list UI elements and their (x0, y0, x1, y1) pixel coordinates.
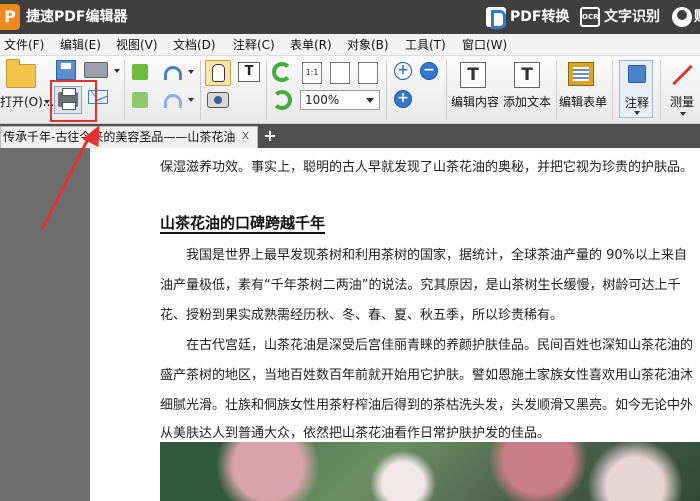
scanner-icon[interactable] (84, 62, 108, 78)
rotate-counterclockwise-icon[interactable] (272, 90, 292, 110)
edit-form-button[interactable]: 编辑表单 (559, 93, 607, 110)
annotate-label: 注释 (625, 96, 650, 110)
new-tab-button[interactable]: + (262, 128, 278, 144)
document-text-line: 保湿滋养功效。事实上，聪明的古人早就发现了山茶花油的奥秘，并把它视为珍贵的护肤品… (160, 160, 694, 175)
edit-form-icon[interactable] (568, 62, 594, 86)
annotate-button[interactable]: 注释 (619, 60, 653, 118)
toolbar-separator (660, 60, 661, 120)
document-text-line: 花、授粉到果实成熟需经历秋、冬、春、夏、秋五季，所以珍贵稀有。 (160, 308, 564, 323)
toolbar-separator (446, 60, 447, 120)
print-highlight-box (50, 80, 97, 122)
document-viewport[interactable]: 保湿滋养功效。事实上，聪明的古人早就发现了山茶花油的奥秘，并把它视为珍贵的护肤品… (0, 148, 700, 501)
title-bar: P 捷速PDF编辑器 PDF转换 OCR 文字识别 账 (0, 0, 700, 34)
app-title: 捷速PDF编辑器 (26, 9, 128, 25)
rotate-clockwise-icon[interactable] (272, 62, 292, 82)
save-icon[interactable] (56, 60, 76, 80)
document-text-line: 盛产茶树的地区，当地百姓数百年前就开始用它护肤。譬如恩施土家族女性喜欢用山茶花油… (160, 368, 694, 383)
app-logo-icon: P (0, 4, 20, 30)
fit-page-icon[interactable] (330, 62, 350, 84)
tab-document-label: 传承千年-古往今来的美容圣品——山茶花油 (3, 130, 236, 144)
fit-width-icon[interactable] (358, 62, 378, 84)
menu-form[interactable]: 表单(R) (290, 34, 332, 56)
toolbar: 打开(O)... T 1:1 100% + − + T 编辑内容 T 添加文本 … (0, 56, 700, 124)
edit-content-button[interactable]: 编辑内容 (451, 93, 499, 110)
prev-page-icon[interactable] (132, 64, 148, 80)
annotate-icon (628, 65, 646, 83)
pdf-convert-icon[interactable] (486, 7, 506, 29)
toolbar-separator (612, 60, 613, 120)
toolbar-separator (556, 60, 557, 120)
measure-icon[interactable] (672, 64, 692, 84)
actual-size-icon[interactable]: 1:1 (302, 62, 322, 84)
menu-tools[interactable]: 工具(T) (405, 34, 446, 56)
undo-icon[interactable] (164, 66, 182, 80)
document-text-line: 在古代宫廷，山茶花油是深受后宫佳丽青睐的养颜护肤佳品。民间百姓也深知山茶花油的 (186, 338, 694, 353)
menu-file[interactable]: 文件(F) (4, 34, 44, 56)
text-recognition-button[interactable]: 文字识别 (604, 0, 660, 34)
toolbar-separator (266, 60, 267, 120)
ocr-icon[interactable]: OCR (580, 7, 600, 27)
hand-tool-button[interactable] (205, 60, 231, 86)
tab-close-icon[interactable]: x (242, 128, 249, 142)
menu-comment[interactable]: 注释(C) (233, 34, 275, 56)
document-text-line: 我国是世界上最早发现茶树和利用茶树的国家，据统计，全球茶油产量的 90%以上来自 (186, 248, 688, 263)
hand-icon (212, 64, 225, 82)
document-text-line: 从美肤达人到普通大众，依然把山茶花油看作日常护肤护发的佳品。 (160, 426, 551, 441)
annotate-dropdown-arrow-icon (634, 111, 640, 115)
redo-icon[interactable] (164, 94, 182, 108)
menu-edit[interactable]: 编辑(E) (60, 34, 101, 56)
section-heading: 山茶花油的口碑跨越千年 (160, 214, 326, 234)
menu-object[interactable]: 对象(B) (347, 34, 389, 56)
camellia-photo (160, 442, 700, 501)
scanner-dropdown-arrow-icon[interactable] (114, 69, 120, 73)
select-text-icon[interactable]: T (238, 62, 260, 82)
menu-document[interactable]: 文档(D) (173, 34, 216, 56)
toolbar-separator (200, 60, 201, 120)
tab-document[interactable]: 传承千年-古往今来的美容圣品——山茶花油 (0, 126, 258, 148)
zoom-select[interactable]: 100% (300, 90, 380, 110)
measure-dropdown-arrow-icon[interactable] (680, 112, 686, 116)
menu-window[interactable]: 窗口(W) (462, 34, 507, 56)
zoom-in-icon[interactable]: + (394, 90, 412, 108)
pdf-convert-button[interactable]: PDF转换 (510, 0, 569, 34)
edit-content-icon[interactable]: T (460, 62, 486, 88)
document-text-line: 油产量极低，素有“千年茶树二两油”的说法。究其原因，是山茶树生长缓慢，树龄可达上… (160, 278, 681, 293)
zoom-tool-icon[interactable]: + (394, 62, 412, 80)
toolbar-separator (386, 60, 387, 120)
next-page-icon[interactable] (132, 92, 148, 108)
menu-view[interactable]: 视图(V) (116, 34, 158, 56)
account-label[interactable]: 账 (694, 0, 700, 34)
open-folder-icon[interactable] (6, 59, 36, 88)
menu-bar: 文件(F) 编辑(E) 视图(V) 文档(D) 注释(C) 表单(R) 对象(B… (0, 34, 700, 56)
document-text-line: 细腻光滑。壮族和侗族女性用茶籽榨油后得到的茶枯洗头发，头发顺滑又黑亮。如今无论中… (160, 398, 694, 413)
toolbar-separator (124, 60, 125, 120)
redo-dropdown-arrow-icon[interactable] (188, 98, 194, 102)
measure-button[interactable]: 测量 (670, 93, 694, 110)
document-page: 保湿滋养功效。事实上，聪明的古人早就发现了山茶花油的奥秘，并把它视为珍贵的护肤品… (90, 148, 700, 501)
user-icon[interactable] (672, 7, 692, 27)
undo-dropdown-arrow-icon[interactable] (188, 70, 194, 74)
zoom-out-icon[interactable]: − (420, 62, 438, 80)
add-text-button[interactable]: 添加文本 (503, 93, 551, 110)
add-text-icon[interactable]: T (514, 62, 540, 88)
snapshot-camera-icon[interactable] (207, 92, 229, 108)
